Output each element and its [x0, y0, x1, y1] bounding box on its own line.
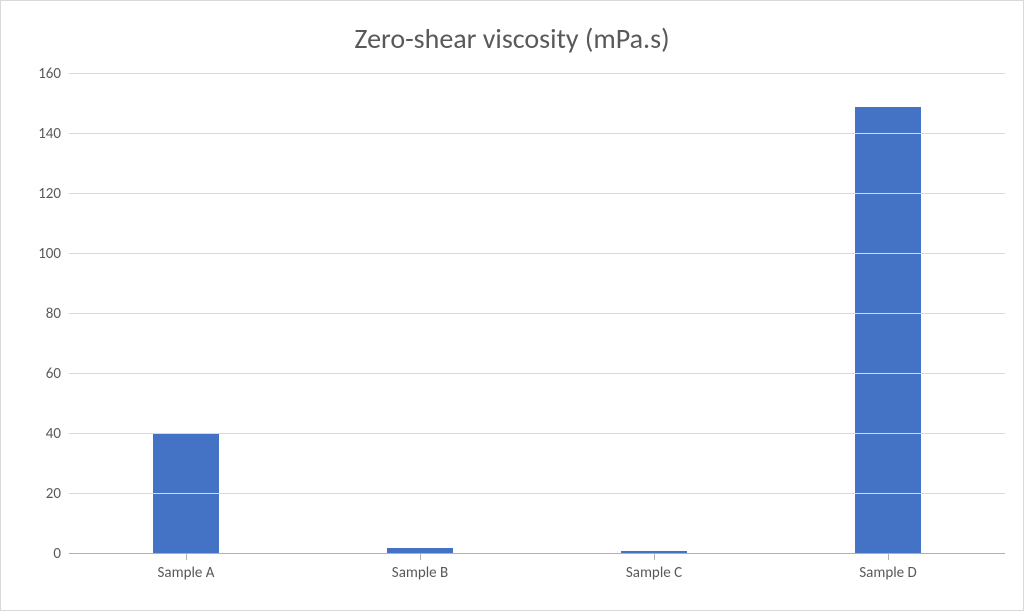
bar — [153, 434, 219, 554]
baseline — [69, 553, 1005, 554]
gridline — [69, 433, 1005, 434]
x-tick-mark — [888, 554, 889, 560]
x-tick-slot: Sample A — [69, 560, 303, 588]
bar-slot — [537, 74, 771, 554]
bar — [855, 107, 921, 554]
bars-row — [69, 74, 1005, 554]
y-tick-label: 160 — [38, 65, 61, 83]
gridline — [69, 373, 1005, 374]
chart-container: Zero-shear viscosity (mPa.s) 0 20 40 60 80 10… — [0, 0, 1024, 611]
y-tick-label: 20 — [46, 485, 61, 503]
y-tick-label: 60 — [46, 365, 61, 383]
x-tick-slot: Sample C — [537, 560, 771, 588]
bar-slot — [69, 74, 303, 554]
y-tick-label: 40 — [46, 425, 61, 443]
bar-slot — [303, 74, 537, 554]
x-tick-mark — [186, 554, 187, 560]
gridline — [69, 253, 1005, 254]
x-tick-label: Sample A — [69, 560, 303, 582]
y-tick-label: 80 — [46, 305, 61, 323]
y-tick-label: 0 — [53, 545, 61, 563]
gridline — [69, 313, 1005, 314]
y-axis: 020406080100120140160 — [19, 74, 69, 554]
gridline — [69, 133, 1005, 134]
y-tick-label: 120 — [38, 185, 61, 203]
y-tick-label: 100 — [38, 245, 61, 263]
x-tick-slot: Sample D — [771, 560, 1005, 588]
chart-title: Zero-shear viscosity (mPa.s) — [19, 21, 1005, 56]
plot-area: 020406080100120140160 — [19, 74, 1005, 554]
x-tick-mark — [654, 554, 655, 560]
bar-slot — [771, 74, 1005, 554]
x-tick-label: Sample C — [537, 560, 771, 582]
gridline — [69, 493, 1005, 494]
x-tick-label: Sample B — [303, 560, 537, 582]
x-tick-mark — [420, 554, 421, 560]
gridline — [69, 193, 1005, 194]
x-tick-slot: Sample B — [303, 560, 537, 588]
x-axis: Sample ASample BSample CSample D — [69, 560, 1005, 588]
gridline — [69, 73, 1005, 74]
x-tick-label: Sample D — [771, 560, 1005, 582]
y-tick-label: 140 — [38, 125, 61, 143]
grid-area — [69, 74, 1005, 554]
